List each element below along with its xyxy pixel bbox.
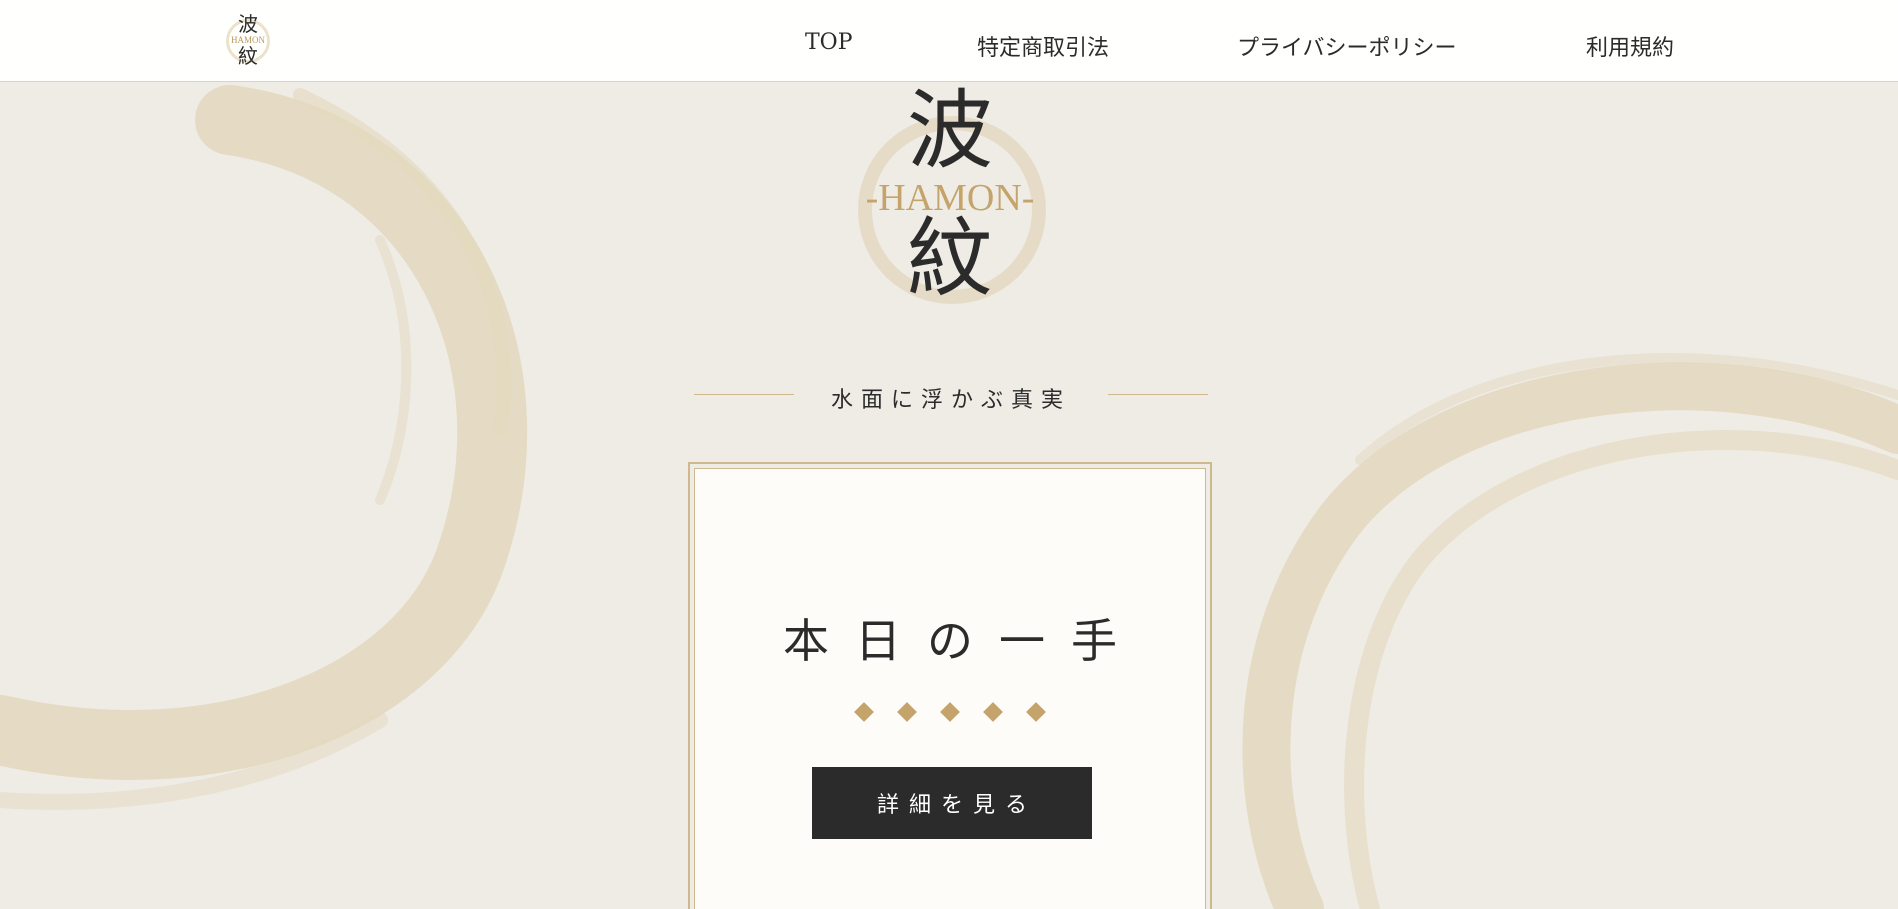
tagline-text: 水面に浮かぶ真実 xyxy=(830,388,1071,413)
ink-brush-circle-left-icon xyxy=(0,85,528,810)
tagline: 水面に浮かぶ真実 xyxy=(694,380,1208,413)
hero-logo-kanji-bottom: 紋 xyxy=(907,209,993,309)
logo-kanji-top: 波 xyxy=(238,12,258,36)
diamond-icon xyxy=(897,702,917,722)
header-logo[interactable]: 波 HAMON 紋 xyxy=(224,14,272,68)
daily-move-card: 本日の一手 詳細を見る xyxy=(688,462,1212,909)
logo-kanji-bottom: 紋 xyxy=(238,44,258,68)
nav-item-top[interactable]: TOP xyxy=(805,30,853,55)
diamond-icon xyxy=(1026,702,1046,722)
diamond-icon xyxy=(983,702,1003,722)
tagline-divider-right xyxy=(1108,394,1208,395)
rating-diamonds xyxy=(695,702,1205,722)
view-details-button[interactable]: 詳細を見る xyxy=(812,767,1092,839)
nav-item-terms[interactable]: 利用規約 xyxy=(1586,30,1674,62)
card-panel: 本日の一手 詳細を見る xyxy=(694,468,1206,909)
hero-logo: 波 -HAMON- 紋 xyxy=(840,88,1060,308)
nav-item-tokushoho[interactable]: 特定商取引法 xyxy=(977,30,1109,62)
card-title: 本日の一手 xyxy=(783,614,1143,668)
site-header: 波 HAMON 紋 TOP 特定商取引法 プライバシーポリシー 利用規約 xyxy=(0,0,1898,82)
ink-brush-circle-right-icon xyxy=(1242,353,1898,909)
hero-logo-kanji-top: 波 xyxy=(907,81,993,181)
nav-item-privacy-policy[interactable]: プライバシーポリシー xyxy=(1237,30,1457,62)
diamond-icon xyxy=(854,702,874,722)
diamond-icon xyxy=(940,702,960,722)
tagline-divider-left xyxy=(694,394,794,395)
